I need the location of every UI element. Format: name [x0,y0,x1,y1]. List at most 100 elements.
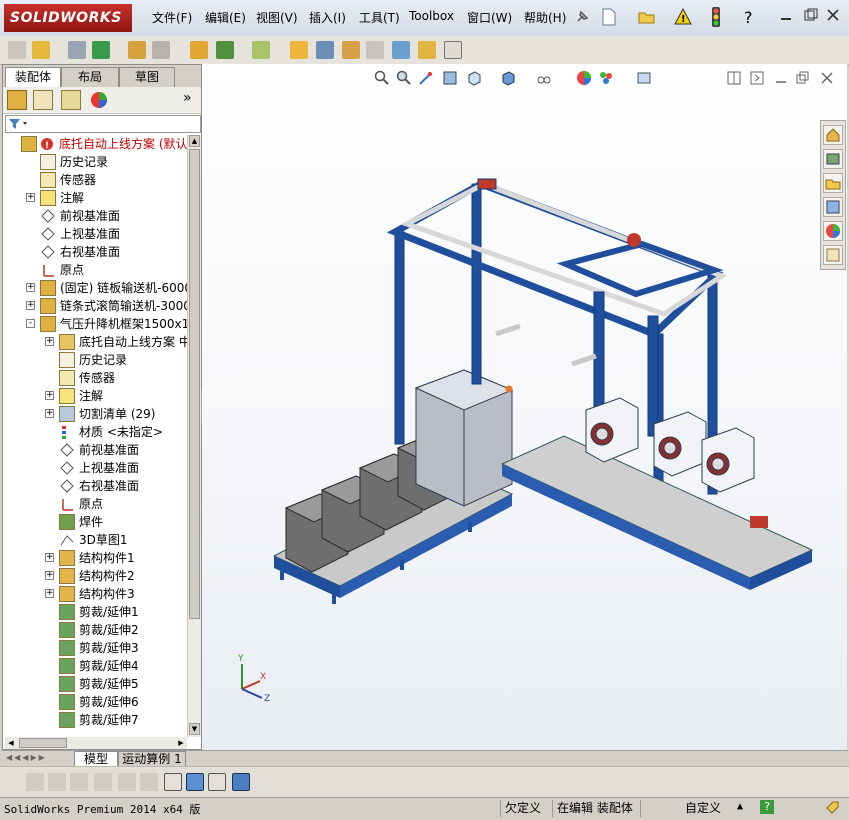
tree-item[interactable]: 前视基准面 [3,207,187,225]
scroll-up-arrow-icon[interactable]: ▲ [189,135,200,147]
tree-item[interactable]: + 结构构件3 [3,585,187,603]
exploded-view-icon[interactable] [392,41,410,59]
expand-icon[interactable]: + [45,571,54,580]
help-status-icon[interactable]: ? [760,800,774,814]
tree-item[interactable]: 传感器 [3,369,187,387]
expand-more-icon[interactable]: » [183,90,192,106]
tree-item[interactable]: 剪裁/延伸3 [3,639,187,657]
expand-icon[interactable]: + [26,193,35,202]
appearances-scenes-icon[interactable] [823,221,843,241]
tree-item[interactable]: + 注解 [3,189,187,207]
tree-item[interactable]: 原点 [3,261,187,279]
tree-item[interactable]: 3D草图1 [3,531,187,549]
units-dropdown-icon[interactable]: ▲ [737,801,743,812]
instant3d-icon[interactable] [418,41,436,59]
list-icon[interactable] [94,773,112,791]
rebuild-tag-icon[interactable] [824,800,840,816]
traffic-light-icon[interactable] [710,7,722,27]
custom-properties-icon[interactable] [823,245,843,265]
tab-sketch[interactable]: 草图 [119,67,175,87]
move-component-icon[interactable] [216,41,234,59]
shaded-view-icon[interactable] [186,773,204,791]
minimize-icon[interactable] [780,8,792,22]
tree-vertical-scrollbar[interactable]: ▲ ▼ [187,135,201,737]
pin-icon[interactable] [574,9,590,25]
tree-horizontal-scrollbar[interactable]: ◀ ▶ [5,737,187,749]
table-icon[interactable] [208,773,226,791]
tree-item[interactable]: 传感器 [3,171,187,189]
menu-file[interactable]: 文件(F) [152,9,192,26]
dimension-icon[interactable] [140,773,158,791]
open-assembly-icon[interactable] [32,41,50,59]
mate-icon[interactable] [92,41,110,59]
expand-icon[interactable]: + [45,589,54,598]
tree-item[interactable]: + 切割清单 (29) [3,405,187,423]
expand-icon[interactable]: + [45,337,54,346]
scroll-right-arrow-icon[interactable]: ▶ [175,737,187,749]
tree-item[interactable]: 历史记录 [3,153,187,171]
scroll-left-arrow-icon[interactable]: ◀ [5,737,17,749]
tree-item[interactable]: + (固定) 链板输送机-6000Lx [3,279,187,297]
horizontal-scroll-thumb[interactable] [19,738,67,748]
assembly-features-icon[interactable] [290,41,308,59]
tab-assembly[interactable]: 装配体 [5,67,61,88]
display-manager-icon[interactable] [89,90,109,110]
menu-window[interactable]: 窗口(W) [467,9,512,26]
expand-icon[interactable]: + [45,409,54,418]
tree-item[interactable]: 材质 <未指定> [3,423,187,441]
tree-item[interactable]: 焊件 [3,513,187,531]
tree-item[interactable]: 剪裁/延伸5 [3,675,187,693]
linear-pattern-icon[interactable] [152,41,170,59]
menu-toolbox[interactable]: Toolbox [409,9,454,23]
tree-item[interactable]: 上视基准面 [3,225,187,243]
close-window-icon[interactable] [826,8,840,22]
help-question-icon[interactable]: ? [744,8,753,27]
chart-icon[interactable] [164,773,182,791]
tree-item[interactable]: 剪裁/延伸1 [3,603,187,621]
sheet-icon[interactable] [232,773,250,791]
tree-item[interactable]: + 注解 [3,387,187,405]
expand-icon[interactable]: + [45,553,54,562]
rotate-icon[interactable] [26,773,44,791]
box-icon[interactable] [48,773,66,791]
grid-icon[interactable] [118,773,136,791]
feature-manager-icon[interactable] [7,90,27,110]
collapse-icon[interactable]: - [26,319,35,328]
tree-item[interactable]: 前视基准面 [3,441,187,459]
view-palette-icon[interactable] [823,197,843,217]
menu-insert[interactable]: 插入(I) [309,9,346,26]
menu-tools[interactable]: 工具(T) [359,9,400,26]
warning-icon[interactable]: ! [674,7,692,26]
tab-nav-arrows-icon[interactable]: ◀◀◀▶▶ [6,753,70,765]
tree-scroll-thumb[interactable] [189,149,200,619]
tree-filter-input[interactable] [5,115,201,133]
tree-item[interactable]: 原点 [3,495,187,513]
expand-icon[interactable]: + [26,301,35,310]
tree-item[interactable]: - 气压升降机框架1500x1350< [3,315,187,333]
menu-edit[interactable]: 编辑(E) [205,9,246,26]
smart-fasteners-icon[interactable] [190,41,208,59]
expand-icon[interactable]: + [26,283,35,292]
new-document-icon[interactable] [601,8,617,26]
tree-item[interactable]: 剪裁/延伸7 [3,711,187,729]
open-folder-icon[interactable] [638,8,656,26]
tree-item[interactable]: 剪裁/延伸6 [3,693,187,711]
show-hidden-icon[interactable] [252,41,270,59]
property-manager-icon[interactable] [33,90,53,110]
view-toggle-icon[interactable] [444,41,462,59]
scroll-down-arrow-icon[interactable]: ▼ [189,723,200,735]
graphics-area[interactable]: Y X Z [202,64,847,750]
configuration-manager-icon[interactable] [61,90,81,110]
new-part-icon[interactable] [8,41,26,59]
restore-icon[interactable] [804,8,818,22]
design-library-icon[interactable] [823,149,843,169]
tree-item[interactable]: + 底托自动上线方案 中的 [3,333,187,351]
tree-item[interactable]: 剪裁/延伸4 [3,657,187,675]
bill-of-materials-icon[interactable] [366,41,384,59]
tree-item[interactable]: 右视基准面 [3,477,187,495]
tree-item[interactable]: + 结构构件2 [3,567,187,585]
solidworks-logo[interactable]: SOLIDWORKS [4,4,132,32]
material-sphere-icon[interactable] [70,773,88,791]
status-units-custom[interactable]: 自定义 [640,800,750,817]
paperclip-icon[interactable] [68,41,86,59]
